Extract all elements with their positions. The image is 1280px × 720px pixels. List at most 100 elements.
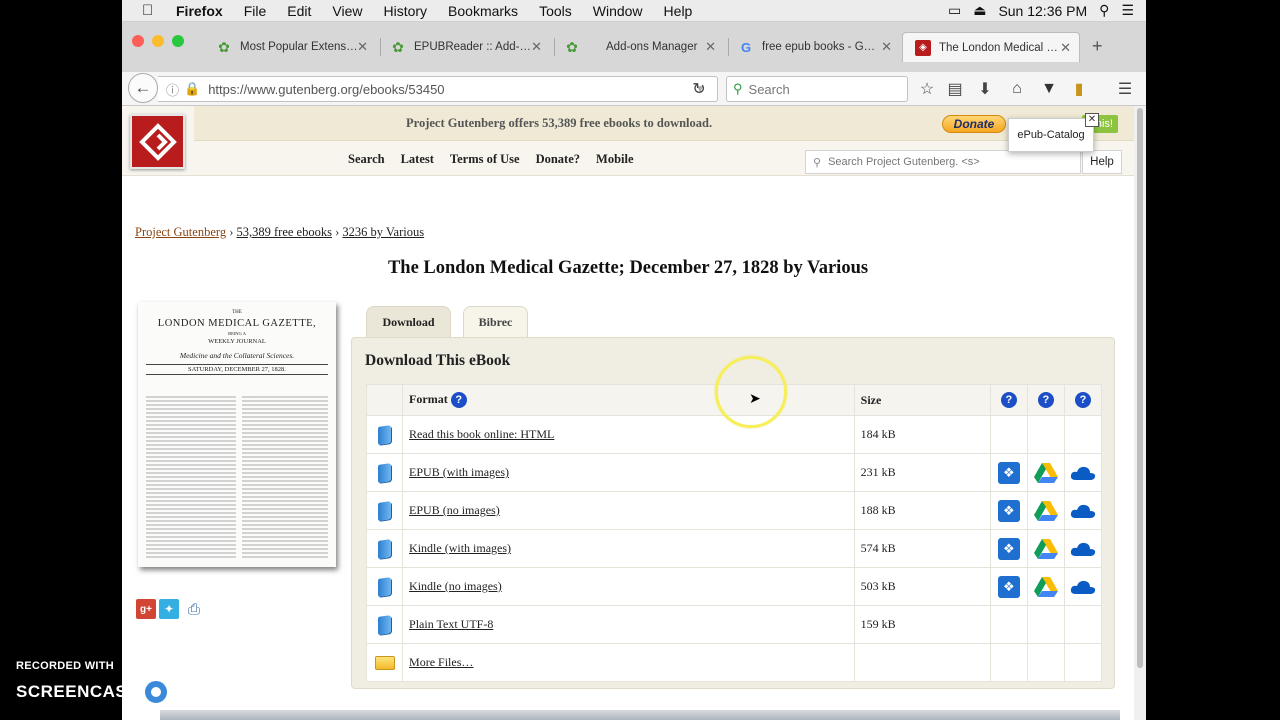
google-drive-icon[interactable] [1033, 576, 1058, 597]
google-drive-icon[interactable] [1033, 538, 1058, 559]
onedrive-icon[interactable] [1070, 502, 1096, 518]
nav-search[interactable]: Search [348, 152, 385, 167]
nav-terms-of-use[interactable]: Terms of Use [450, 152, 520, 167]
close-tab-icon[interactable]: ✕ [531, 39, 542, 55]
header-onedrive-help: ? [1063, 384, 1103, 416]
menu-history[interactable]: History [383, 3, 427, 19]
help-button[interactable]: Help [1082, 150, 1122, 174]
airplay-icon[interactable]: ▭ [948, 2, 961, 19]
print-icon[interactable]: ⎙ [182, 599, 206, 619]
help-question-icon[interactable]: ? [450, 392, 467, 409]
zoom-window-button[interactable] [172, 35, 184, 47]
downloads-icon[interactable]: ⬇ [974, 78, 996, 100]
tab-bibrec[interactable]: Bibrec [463, 306, 528, 338]
google-plus-icon[interactable]: g+ [136, 599, 156, 619]
menu-edit[interactable]: Edit [287, 3, 311, 19]
info-icon[interactable]: ⓘ [166, 80, 179, 99]
onedrive-icon[interactable] [1070, 464, 1096, 480]
reading-list-icon[interactable]: ▤ [944, 78, 966, 100]
book-cover-image[interactable]: THE LONDON MEDICAL GAZETTE, BEING A WEEK… [138, 302, 336, 567]
cloud-cell [1026, 643, 1065, 682]
format-link[interactable]: Kindle (with images) [409, 541, 511, 555]
tab-addons-manager[interactable]: ✿ Add-ons Manager ✕ [552, 32, 724, 62]
help-question-icon[interactable]: ? [1037, 392, 1054, 409]
menu-view[interactable]: View [332, 3, 362, 19]
cover-date: SATURDAY, DECEMBER 27, 1828. [146, 364, 328, 375]
eject-icon[interactable]: ⏏ [973, 2, 986, 19]
gutenberg-logo[interactable] [130, 114, 185, 169]
mac-menu-bar:  Firefox File Edit View History Bookmar… [122, 0, 1146, 22]
notification-center-icon[interactable]: ☰ [1121, 2, 1134, 19]
new-tab-plus-icon[interactable]: + [1092, 36, 1103, 57]
tab-strip: ✿ Most Popular Extens… ✕ ✿ EPUBReader ::… [122, 22, 1146, 72]
breadcrumb-ebooks[interactable]: 53,389 free ebooks [237, 225, 332, 239]
menu-window[interactable]: Window [593, 3, 643, 19]
breadcrumb-root[interactable]: Project Gutenberg [135, 225, 226, 239]
format-link[interactable]: Kindle (no images) [409, 579, 502, 593]
bookmark-star-icon[interactable]: ☆ [916, 78, 938, 100]
donate-button[interactable]: Donate [942, 115, 1006, 133]
menu-bookmarks[interactable]: Bookmarks [448, 3, 518, 19]
help-question-icon[interactable]: ? [1000, 392, 1017, 409]
breadcrumb-author[interactable]: 3236 by Various [342, 225, 424, 239]
nav-mobile[interactable]: Mobile [596, 152, 634, 167]
nav-latest[interactable]: Latest [401, 152, 434, 167]
close-window-button[interactable] [132, 35, 144, 47]
reload-icon[interactable]: ↻ [688, 78, 710, 100]
gutenberg-search-input[interactable]: ⚲ Search Project Gutenberg. <s> [805, 150, 1081, 174]
download-table: Format ? Size ? ? ? Read this book onlin… [365, 384, 1103, 682]
dropbox-icon[interactable]: ❖ [997, 461, 1020, 484]
close-tab-icon[interactable]: ✕ [357, 39, 368, 55]
format-link[interactable]: Plain Text UTF-8 [409, 617, 493, 631]
tab-most-popular-extensions[interactable]: ✿ Most Popular Extens… ✕ [204, 32, 376, 62]
cloud-cell [1026, 415, 1065, 454]
url-text[interactable]: https://www.gutenberg.org/ebooks/53450 [208, 82, 444, 97]
spotlight-search-icon[interactable]: ⚲ [1099, 2, 1109, 19]
close-tab-icon[interactable]: ✕ [881, 39, 892, 55]
tab-london-medical-gazette[interactable]: ◈ The London Medical … ✕ [902, 32, 1080, 62]
format-link[interactable]: More Files… [409, 655, 473, 669]
epubreader-toolbar-icon[interactable]: ▮ [1068, 78, 1090, 100]
format-link[interactable]: EPUB (no images) [409, 503, 500, 517]
apple-menu-icon[interactable]:  [142, 2, 160, 19]
format-icon-cell [365, 491, 404, 530]
scrollbar-thumb[interactable] [1137, 108, 1143, 668]
help-question-icon[interactable]: ? [1074, 392, 1091, 409]
dropbox-icon[interactable]: ❖ [997, 537, 1020, 560]
tab-epubreader[interactable]: ✿ EPUBReader :: Add-… ✕ [378, 32, 550, 62]
book-title: The London Medical Gazette; December 27,… [387, 258, 869, 278]
close-tab-icon[interactable]: ✕ [705, 39, 716, 55]
dropbox-icon[interactable]: ❖ [997, 499, 1020, 522]
hamburger-menu-icon[interactable]: ☰ [1114, 78, 1136, 100]
onedrive-icon[interactable] [1070, 540, 1096, 556]
close-tab-icon[interactable]: ✕ [1060, 40, 1071, 56]
home-icon[interactable]: ⌂ [1006, 78, 1028, 100]
page-scrollbar[interactable] [1134, 106, 1146, 720]
tab-label: EPUBReader :: Add-… [414, 41, 531, 53]
menu-file[interactable]: File [244, 3, 267, 19]
url-bar[interactable]: ⓘ 🔒 https://www.gutenberg.org/ebooks/534… [158, 76, 718, 102]
cloud-cell [989, 415, 1028, 454]
twitter-icon[interactable]: ✦ [159, 599, 179, 619]
menu-help[interactable]: Help [664, 3, 693, 19]
format-link[interactable]: Read this book online: HTML [409, 427, 554, 441]
tab-download[interactable]: Download [366, 306, 451, 338]
menubar-clock[interactable]: Sun 12:36 PM [998, 3, 1087, 19]
cloud-cell [1063, 453, 1103, 492]
menu-tools[interactable]: Tools [539, 3, 572, 19]
minimize-window-button[interactable] [152, 35, 164, 47]
cover-line: BEING A [228, 331, 246, 336]
close-popup-icon[interactable]: ✕ [1085, 113, 1099, 127]
dropbox-icon[interactable]: ❖ [997, 575, 1020, 598]
epub-catalog-popup[interactable]: ePub-Catalog ✕ [1008, 113, 1099, 152]
back-button[interactable]: ← [128, 73, 158, 103]
format-link[interactable]: EPUB (with images) [409, 465, 509, 479]
browser-search-input[interactable]: ⚲ Search [726, 76, 908, 102]
pocket-icon[interactable]: ▼ [1038, 78, 1060, 100]
onedrive-icon[interactable] [1070, 578, 1096, 594]
tab-free-epub-books[interactable]: G free epub books - G… ✕ [726, 32, 900, 62]
nav-donate[interactable]: Donate? [536, 152, 580, 167]
google-drive-icon[interactable] [1033, 462, 1058, 483]
google-drive-icon[interactable] [1033, 500, 1058, 521]
menu-app-firefox[interactable]: Firefox [176, 3, 223, 19]
